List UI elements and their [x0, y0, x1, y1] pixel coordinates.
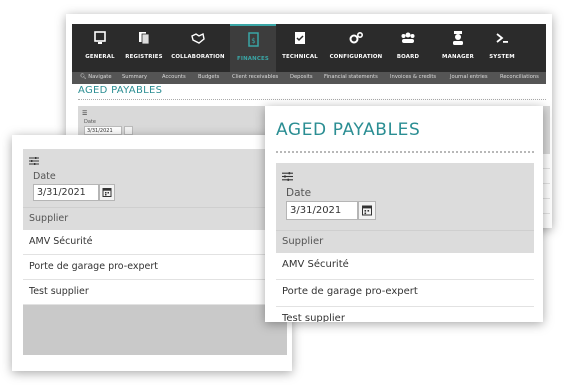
- filter-icon[interactable]: ☰: [82, 110, 87, 117]
- finance-document-icon: $: [248, 32, 259, 47]
- subnav-client-receivables[interactable]: Client receivables: [232, 74, 278, 80]
- search-icon: 🔍︎: [80, 74, 87, 80]
- table-row[interactable]: Test supplier: [23, 280, 287, 305]
- table-row[interactable]: Porte de garage pro-expert: [23, 255, 287, 280]
- table-footer: [23, 305, 287, 355]
- filter-panel: Date 3/31/2021: [276, 163, 534, 230]
- date-input[interactable]: 3/31/2021: [286, 201, 358, 220]
- monitor-icon: [94, 31, 106, 44]
- nav-general[interactable]: GENERAL: [80, 24, 120, 72]
- nav-label: SYSTEM: [489, 54, 515, 60]
- supplier-name: Test supplier: [29, 286, 89, 297]
- filter-icon[interactable]: [29, 157, 39, 165]
- zoom-panel-filter: Date 3/31/2021 Supplier AMV Sécurité Por…: [12, 135, 292, 371]
- zoom-panel-title: AGED PAYABLES Date 3/31/2021 Supplier AM…: [265, 106, 543, 322]
- group-icon: [401, 32, 415, 43]
- terminal-icon: [496, 33, 508, 43]
- column-label: Supplier: [29, 213, 69, 224]
- clipboard-check-icon: [295, 32, 305, 44]
- subnav-accounts[interactable]: Accounts: [162, 74, 186, 80]
- nav-technical[interactable]: TECHNICAL: [278, 24, 322, 72]
- subnav-navigate[interactable]: 🔍︎ Navigate: [80, 74, 112, 80]
- supplier-column-header[interactable]: Supplier: [23, 207, 287, 230]
- nav-board[interactable]: BOARD: [390, 24, 426, 72]
- subnav-deposits[interactable]: Deposits: [290, 74, 313, 80]
- gears-icon: [349, 31, 364, 44]
- table-row[interactable]: Porte de garage pro-expert: [276, 280, 534, 307]
- column-label: Supplier: [282, 236, 324, 247]
- supplier-name: AMV Sécurité: [282, 259, 349, 270]
- handshake-icon: [191, 32, 205, 44]
- subnav-journal-entries[interactable]: Journal entries: [450, 74, 488, 80]
- calendar-button[interactable]: [99, 184, 115, 201]
- filter-icon[interactable]: [282, 172, 293, 181]
- title-divider: [276, 151, 534, 153]
- manager-icon: [453, 31, 463, 45]
- nav-manager[interactable]: MANAGER: [436, 24, 480, 72]
- supplier-column-header[interactable]: Supplier: [276, 230, 534, 253]
- date-input[interactable]: 3/31/2021: [33, 184, 99, 201]
- table-row[interactable]: Test supplier: [276, 307, 534, 322]
- calendar-icon[interactable]: [124, 126, 133, 135]
- subnav-summary[interactable]: Summary: [122, 74, 147, 80]
- supplier-name: Porte de garage pro-expert: [29, 261, 159, 272]
- subnav-financial-statements[interactable]: Financial statements: [324, 74, 378, 80]
- table-row[interactable]: AMV Sécurité: [276, 253, 534, 280]
- nav-label: CONFIGURATION: [329, 54, 383, 60]
- page-title: AGED PAYABLES: [78, 85, 163, 96]
- calendar-button[interactable]: [358, 201, 376, 220]
- title-divider: [78, 99, 546, 100]
- svg-text:$: $: [251, 37, 255, 45]
- top-navigation: GENERAL REGISTRIES COLLABORATION $ FINAN…: [72, 24, 546, 74]
- nav-configuration[interactable]: CONFIGURATION: [328, 24, 384, 72]
- nav-label: COLLABORATION: [171, 54, 225, 60]
- page-title: AGED PAYABLES: [276, 120, 421, 140]
- supplier-name: AMV Sécurité: [29, 236, 93, 247]
- nav-label: MANAGER: [442, 54, 474, 60]
- date-label: Date: [33, 171, 56, 182]
- nav-label: GENERAL: [85, 54, 115, 60]
- nav-label: FINANCES: [236, 56, 269, 62]
- date-label: Date: [84, 119, 96, 125]
- calendar-icon: [102, 188, 112, 197]
- nav-registries[interactable]: REGISTRIES: [124, 24, 164, 72]
- subnav-budgets[interactable]: Budgets: [198, 74, 219, 80]
- nav-collaboration[interactable]: COLLABORATION: [170, 24, 226, 72]
- nav-label: TECHNICAL: [282, 54, 318, 60]
- subnav-reconciliations[interactable]: Reconciliations: [500, 74, 539, 80]
- table-row[interactable]: AMV Sécurité: [23, 230, 287, 255]
- filter-panel: Date 3/31/2021: [23, 149, 287, 207]
- nav-finances[interactable]: $ FINANCES: [230, 24, 276, 74]
- supplier-name: Porte de garage pro-expert: [282, 286, 418, 297]
- supplier-name: Test supplier: [282, 313, 345, 322]
- date-label: Date: [286, 187, 312, 199]
- date-input[interactable]: 3/31/2021: [84, 126, 122, 135]
- nav-label: BOARD: [396, 54, 420, 60]
- documents-icon: [139, 32, 150, 45]
- sub-navigation: 🔍︎ Navigate Summary Accounts Budgets Cli…: [72, 72, 546, 84]
- subnav-invoices-credits[interactable]: Invoices & credits: [390, 74, 436, 80]
- nav-label: REGISTRIES: [125, 54, 163, 60]
- calendar-icon: [362, 205, 372, 216]
- nav-system[interactable]: SYSTEM: [484, 24, 520, 72]
